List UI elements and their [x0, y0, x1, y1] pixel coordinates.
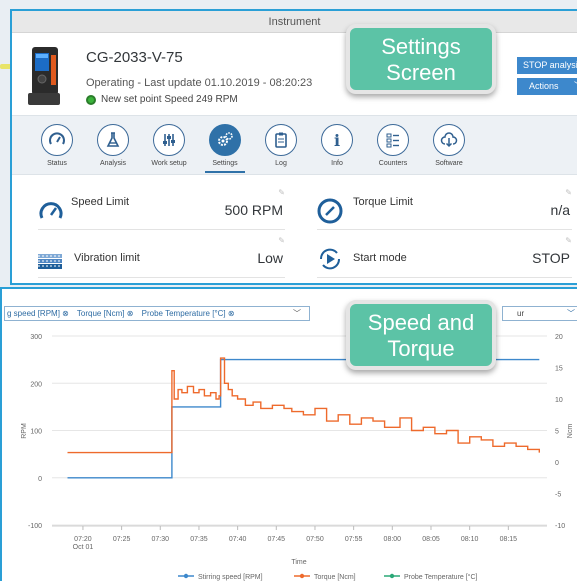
flask-icon	[97, 124, 129, 156]
x-axis-title: Time	[291, 559, 306, 566]
status-ok-icon	[86, 94, 96, 105]
setpoint-status: New set point Speed 249 RPM	[86, 94, 238, 105]
x-tick-label: 07:30	[152, 536, 170, 543]
tab-analysis[interactable]: Analysis	[83, 124, 143, 167]
x-tick-label: 07:20	[74, 536, 92, 543]
device-status: Operating - Last update 01.10.2019 - 08:…	[86, 77, 313, 89]
legend-marker	[389, 573, 395, 579]
y-tick-label-right: 15	[555, 366, 563, 373]
tab-counters[interactable]: Counters	[363, 124, 423, 167]
sliders-icon	[153, 124, 185, 156]
legend-label: Stirring speed [RPM]	[198, 574, 263, 581]
clipboard-icon	[265, 124, 297, 156]
tab-info[interactable]: i Info	[307, 124, 367, 167]
y-tick-label-right: 5	[555, 429, 559, 436]
instrument-device-image	[28, 47, 60, 105]
actions-label: Actions	[529, 81, 559, 91]
stop-analysis-button[interactable]: STOP analysis	[517, 57, 577, 74]
y-tick-label-left: 300	[30, 334, 42, 341]
edit-icon[interactable]: ✎	[278, 188, 285, 197]
edit-icon[interactable]: ✎	[565, 236, 572, 245]
y-tick-label-right: 0	[555, 460, 559, 467]
x-tick-label: 08:15	[500, 536, 518, 543]
device-name: CG-2033-V-75	[86, 49, 183, 66]
y-tick-label-right: -5	[555, 492, 561, 499]
x-tick-label: 07:45	[268, 536, 286, 543]
legend-label: Probe Temperature [°C]	[404, 573, 478, 581]
info-icon: i	[321, 124, 353, 156]
x-tick-label: 07:40	[229, 536, 247, 543]
y-tick-label-right: 20	[555, 334, 563, 341]
legend-label: Torque [Ncm]	[314, 574, 356, 581]
active-tab-indicator	[205, 171, 245, 173]
setting-vibration-limit[interactable]: Vibration limit Low ✎	[38, 236, 285, 278]
vibration-icon	[38, 254, 62, 269]
x-tick-label: 08:10	[461, 536, 479, 543]
edit-icon[interactable]: ✎	[565, 188, 572, 197]
x-tick-label: 08:05	[422, 536, 440, 543]
series-line-1	[67, 357, 540, 454]
tab-bar: Status Analysis Work setup Settings Log …	[12, 115, 577, 175]
play-cycle-icon	[319, 248, 341, 270]
callout-speed-torque: Speed and Torque	[346, 300, 496, 370]
y-tick-label-left: 100	[30, 429, 42, 436]
gauge-icon	[41, 124, 73, 156]
gears-icon	[209, 124, 241, 156]
y-tick-label-right: -10	[555, 523, 565, 530]
x-tick-label: 08:00	[384, 536, 402, 543]
list-icon	[377, 124, 409, 156]
actions-menu-button[interactable]: Actions ﹀	[517, 78, 577, 95]
setting-start-mode[interactable]: Start mode STOP ✎	[317, 236, 572, 278]
cloud-download-icon	[433, 124, 465, 156]
app-frame: Instrument CG-2033-V-75 Operating - Last…	[0, 0, 577, 581]
setting-torque-limit[interactable]: Torque Limit n/a ✎	[317, 188, 572, 230]
x-tick-label: 07:25	[113, 536, 131, 543]
series-line-0	[67, 358, 540, 479]
speedometer-icon	[39, 202, 63, 219]
y-axis-title-right: Ncm	[567, 424, 574, 439]
y-tick-label-left: -100	[28, 523, 42, 530]
y-tick-label-left: 0	[38, 476, 42, 483]
tab-log[interactable]: Log	[251, 124, 311, 167]
y-axis-title-left: RPM	[21, 423, 28, 439]
y-tick-label-left: 200	[30, 381, 42, 388]
x-tick-label: 07:50	[306, 536, 324, 543]
tab-settings[interactable]: Settings	[195, 124, 255, 173]
y-tick-label-right: 10	[555, 397, 563, 404]
tab-software[interactable]: Software	[419, 124, 479, 167]
settings-list: Speed Limit 500 RPM ✎ Torque Limit n/a ✎…	[12, 176, 577, 283]
tab-status[interactable]: Status	[27, 124, 87, 167]
legend-marker	[299, 573, 305, 579]
edit-icon[interactable]: ✎	[278, 236, 285, 245]
gauge-icon	[317, 198, 343, 224]
tab-work-setup[interactable]: Work setup	[139, 124, 199, 167]
legend-marker	[183, 573, 189, 579]
setting-speed-limit[interactable]: Speed Limit 500 RPM ✎	[38, 188, 285, 230]
callout-settings-screen: Settings Screen	[346, 24, 496, 94]
x-tick-label: 07:35	[190, 536, 208, 543]
setpoint-text: New set point Speed 249 RPM	[101, 94, 238, 105]
x-tick-sublabel: Oct 01	[73, 544, 94, 551]
x-tick-label: 07:55	[345, 536, 363, 543]
